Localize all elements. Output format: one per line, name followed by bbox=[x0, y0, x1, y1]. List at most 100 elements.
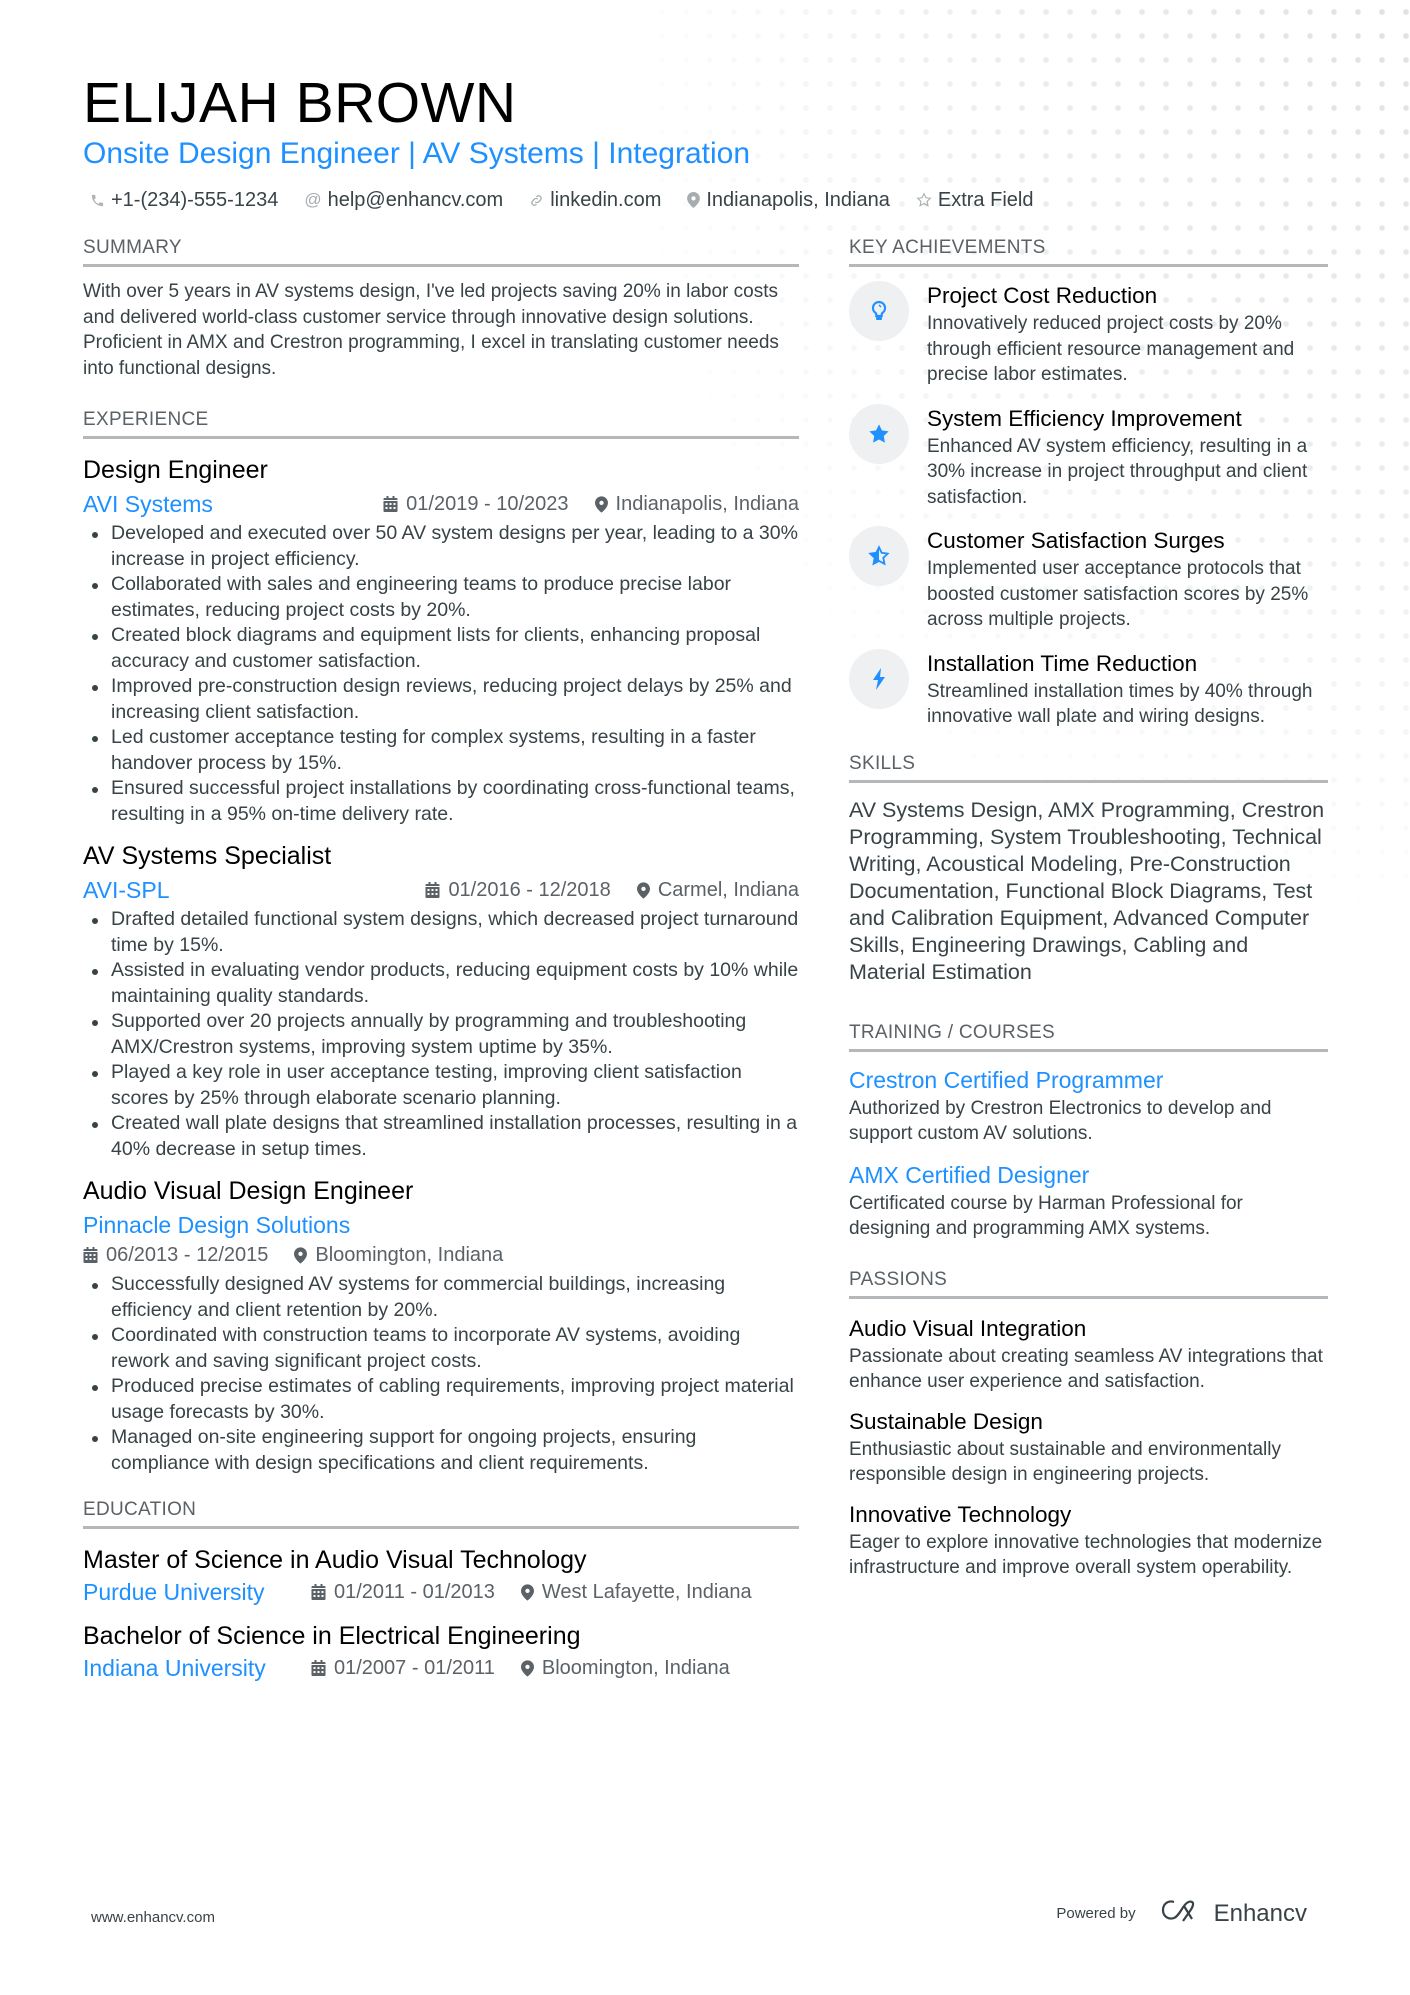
job-bullet: Ensured successful project installations… bbox=[83, 776, 799, 827]
passion-item: Sustainable Design Enthusiastic about su… bbox=[849, 1406, 1328, 1488]
job-bullet: Supported over 20 projects annually by p… bbox=[83, 1009, 799, 1060]
achievement-title: Installation Time Reduction bbox=[927, 650, 1198, 676]
job-bullet: Managed on-site engineering support for … bbox=[83, 1425, 799, 1476]
experience-item: Audio Visual Design Engineer Pinnacle De… bbox=[83, 1174, 799, 1476]
location-icon bbox=[594, 495, 608, 513]
passion-description: Eager to explore innovative technologies… bbox=[849, 1531, 1323, 1579]
degree-title: Bachelor of Science in Electrical Engine… bbox=[83, 1622, 581, 1650]
contact-email-text: help@enhancv.com bbox=[327, 189, 504, 211]
job-bullets: Drafted detailed functional system desig… bbox=[83, 907, 799, 1162]
school-name[interactable]: Purdue University bbox=[83, 1577, 311, 1607]
job-bullet: Developed and executed over 50 AV system… bbox=[83, 521, 799, 572]
calendar-icon bbox=[311, 1660, 326, 1676]
education-location: West Lafayette, Indiana bbox=[520, 1577, 752, 1607]
job-bullet: Successfully designed AV systems for com… bbox=[83, 1272, 799, 1323]
job-title: Design Engineer bbox=[83, 456, 268, 484]
job-bullets: Developed and executed over 50 AV system… bbox=[83, 521, 799, 827]
job-location: Bloomington, Indiana bbox=[294, 1240, 503, 1270]
passion-description: Enthusiastic about sustainable and envir… bbox=[849, 1438, 1281, 1486]
skills-list: AV Systems Design, AMX Programming, Cres… bbox=[849, 797, 1325, 984]
job-location-text: Bloomington, Indiana bbox=[315, 1244, 504, 1266]
job-bullet: Created block diagrams and equipment lis… bbox=[83, 623, 799, 674]
job-bullet: Led customer acceptance testing for comp… bbox=[83, 725, 799, 776]
job-bullet: Created wall plate designs that streamli… bbox=[83, 1111, 799, 1162]
job-bullet: Improved pre-construction design reviews… bbox=[83, 674, 799, 725]
job-location: Indianapolis, Indiana bbox=[594, 489, 799, 519]
passion-title: Sustainable Design bbox=[849, 1408, 1043, 1434]
location-icon bbox=[636, 881, 650, 899]
passion-item: Audio Visual Integration Passionate abou… bbox=[849, 1313, 1328, 1395]
education-location-text: West Lafayette, Indiana bbox=[541, 1581, 752, 1603]
education-dates: 01/2011 - 01/2013 bbox=[311, 1577, 495, 1607]
contact-extra-text: Extra Field bbox=[937, 189, 1034, 211]
passion-description: Passionate about creating seamless AV in… bbox=[849, 1345, 1323, 1393]
education-dates-text: 01/2007 - 01/2011 bbox=[334, 1657, 495, 1679]
job-bullet: Drafted detailed functional system desig… bbox=[83, 907, 799, 958]
achievement-description: Streamlined installation times by 40% th… bbox=[927, 680, 1313, 728]
brand-name: Enhancv bbox=[1213, 1899, 1307, 1927]
job-dates-text: 06/2013 - 12/2015 bbox=[106, 1244, 269, 1266]
job-bullet: Played a key role in user acceptance tes… bbox=[83, 1060, 799, 1111]
job-location: Carmel, Indiana bbox=[636, 875, 799, 905]
job-title: AV Systems Specialist bbox=[83, 842, 332, 870]
summary-section: SUMMARY With over 5 years in AV systems … bbox=[83, 236, 799, 381]
contact-phone[interactable]: +1-(234)-555-1234 bbox=[90, 187, 278, 213]
job-meta: AVI Systems 01/2019 - 10/2023 Indianapol… bbox=[83, 489, 799, 519]
education-section: EDUCATION Master of Science in Audio Vis… bbox=[83, 1498, 799, 1683]
contact-location-text: Indianapolis, Indiana bbox=[706, 189, 890, 211]
company-name[interactable]: AVI-SPL bbox=[83, 875, 170, 905]
job-location-text: Indianapolis, Indiana bbox=[615, 493, 799, 515]
contact-bar: +1-(234)-555-1234 @ help@enhancv.com lin… bbox=[90, 187, 1033, 213]
company-name[interactable]: Pinnacle Design Solutions bbox=[83, 1210, 350, 1240]
job-meta: AVI-SPL 01/2016 - 12/2018 Carmel, Indian… bbox=[83, 875, 799, 905]
footer-branding: Powered by Enhancv bbox=[1056, 1898, 1307, 1929]
summary-text: With over 5 years in AV systems design, … bbox=[83, 281, 779, 379]
section-heading-passions: PASSIONS bbox=[849, 1268, 1328, 1299]
experience-item: Design Engineer AVI Systems 01/2019 - 10… bbox=[83, 453, 799, 827]
training-section: TRAINING / COURSES Crestron Certified Pr… bbox=[849, 1021, 1328, 1242]
contact-phone-text: +1-(234)-555-1234 bbox=[111, 189, 279, 211]
left-column: SUMMARY With over 5 years in AV systems … bbox=[83, 236, 799, 1695]
brand-logo[interactable]: Enhancv bbox=[1160, 1898, 1307, 1929]
section-heading-education: EDUCATION bbox=[83, 1498, 799, 1529]
education-meta: Indiana University 01/2007 - 01/2011 Blo… bbox=[83, 1653, 799, 1683]
section-heading-skills: SKILLS bbox=[849, 752, 1328, 783]
achievement-title: Project Cost Reduction bbox=[927, 283, 1158, 308]
star-icon bbox=[849, 403, 909, 464]
contact-location: Indianapolis, Indiana bbox=[687, 187, 890, 213]
footer-website[interactable]: www.enhancv.com bbox=[91, 1909, 215, 1926]
candidate-title: Onsite Design Engineer | AV Systems | In… bbox=[83, 137, 751, 170]
course-title[interactable]: AMX Certified Designer bbox=[849, 1159, 1328, 1191]
job-bullet: Assisted in evaluating vendor products, … bbox=[83, 958, 799, 1009]
experience-item: AV Systems Specialist AVI-SPL 01/2016 - … bbox=[83, 839, 799, 1162]
course-title[interactable]: Crestron Certified Programmer bbox=[849, 1064, 1328, 1096]
location-icon bbox=[520, 1659, 534, 1677]
section-heading-experience: EXPERIENCE bbox=[83, 408, 799, 439]
phone-icon bbox=[90, 193, 105, 208]
contact-extra: Extra Field bbox=[916, 187, 1034, 213]
achievements-section: KEY ACHIEVEMENTS Project Cost Reduction … bbox=[849, 236, 1328, 730]
achievement-title: Customer Satisfaction Surges bbox=[927, 528, 1225, 553]
star-outline-icon bbox=[916, 192, 932, 208]
at-icon: @ bbox=[304, 190, 322, 209]
education-location-text: Bloomington, Indiana bbox=[541, 1657, 730, 1679]
achievement-item: Installation Time Reduction Streamlined … bbox=[849, 648, 1328, 730]
contact-email[interactable]: @ help@enhancv.com bbox=[304, 187, 503, 213]
education-item: Bachelor of Science in Electrical Engine… bbox=[83, 1619, 799, 1683]
skills-section: SKILLS AV Systems Design, AMX Programmin… bbox=[849, 752, 1328, 986]
contact-linkedin[interactable]: linkedin.com bbox=[529, 187, 661, 213]
company-name[interactable]: AVI Systems bbox=[83, 489, 213, 519]
passions-section: PASSIONS Audio Visual Integration Passio… bbox=[849, 1268, 1328, 1581]
achievement-item: Customer Satisfaction Surges Implemented… bbox=[849, 526, 1328, 633]
school-name[interactable]: Indiana University bbox=[83, 1653, 311, 1683]
job-bullet: Coordinated with construction teams to i… bbox=[83, 1323, 799, 1374]
job-dates-text: 01/2016 - 12/2018 bbox=[448, 879, 611, 901]
job-title: Audio Visual Design Engineer bbox=[83, 1177, 414, 1205]
achievement-item: System Efficiency Improvement Enhanced A… bbox=[849, 403, 1328, 511]
candidate-name: ELIJAH BROWN bbox=[83, 71, 517, 135]
location-icon bbox=[520, 1583, 534, 1601]
education-dates-text: 01/2011 - 01/2013 bbox=[334, 1581, 495, 1603]
calendar-icon bbox=[311, 1584, 326, 1600]
lightning-icon bbox=[849, 648, 909, 709]
course-description: Authorized by Crestron Electronics to de… bbox=[849, 1097, 1272, 1145]
